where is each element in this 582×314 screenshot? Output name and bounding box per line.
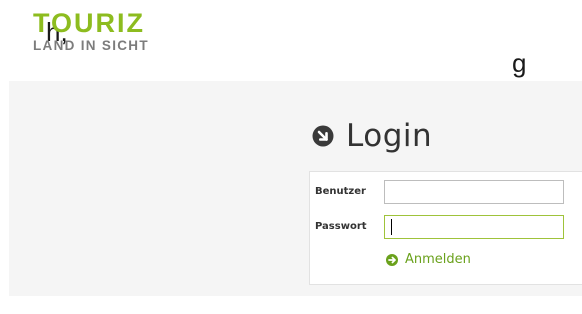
- login-submit-button[interactable]: Anmelden: [386, 252, 471, 267]
- logo-main-text: TOURIZ: [33, 8, 145, 38]
- logo-tagline: LAND IN SICHT: [33, 38, 149, 53]
- login-heading: Login: [312, 116, 432, 156]
- text-cursor: [391, 219, 392, 235]
- username-input[interactable]: [384, 180, 564, 204]
- password-label: Passwort: [315, 221, 367, 232]
- logo: TOURIZ LAND IN SICHT: [33, 10, 149, 53]
- login-title: Login: [346, 118, 433, 154]
- circle-arrow-right-icon: [386, 253, 398, 266]
- password-input[interactable]: [384, 215, 564, 239]
- login-submit-label[interactable]: Anmelden: [405, 252, 471, 267]
- partial-top-text-right: g: [512, 48, 527, 78]
- circle-arrow-down-right-icon: [312, 125, 334, 147]
- username-label: Benutzer: [315, 186, 366, 197]
